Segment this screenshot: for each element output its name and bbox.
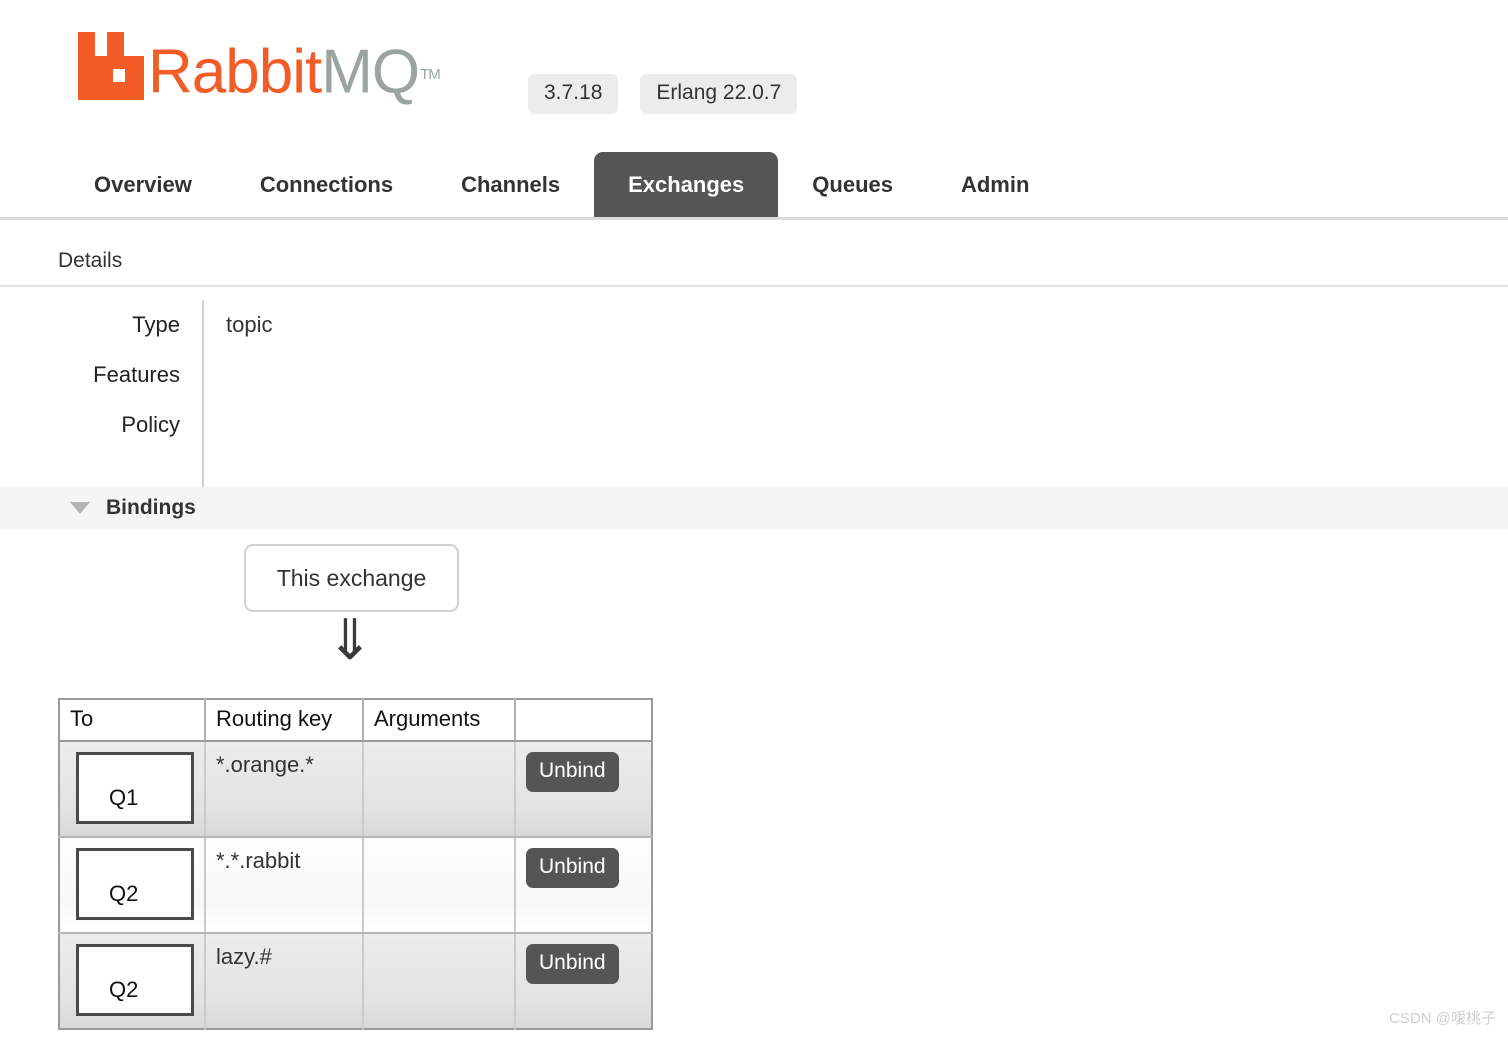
detail-divider-tail	[202, 450, 204, 488]
logo-mq-text: MQ	[321, 38, 420, 107]
unbind-button[interactable]: Unbind	[526, 752, 619, 792]
unbind-button[interactable]: Unbind	[526, 848, 619, 888]
cell-arguments	[363, 837, 516, 934]
details-section-heading: Details	[0, 249, 1508, 287]
tab-overview-label: Overview	[94, 171, 192, 197]
tab-admin-label: Admin	[960, 171, 1030, 197]
tab-channels-label: Channels	[461, 171, 561, 197]
cell-to: Q2	[59, 837, 206, 934]
table-row: Q1 *.orange.* Unbind	[59, 741, 652, 838]
column-header-routing-key: Routing key	[205, 699, 364, 742]
bindings-section-title: Bindings	[106, 496, 196, 519]
cell-action: Unbind	[515, 933, 652, 1029]
this-exchange-label: This exchange	[276, 564, 427, 591]
table-row: Q2 *.*.rabbit Unbind	[59, 837, 652, 934]
logo-wordmark: RabbitMQTM	[148, 36, 441, 107]
bindings-table: To Routing key Arguments Q1 *.orange.* U…	[58, 698, 653, 1030]
rabbitmq-logo[interactable]: RabbitMQTM	[78, 32, 441, 104]
queue-box[interactable]: Q1	[76, 752, 194, 824]
rabbit-head-icon	[78, 32, 144, 100]
tab-overview[interactable]: Overview	[60, 152, 226, 217]
watermark-text: CSDN @噯桃子	[1389, 1010, 1496, 1027]
nav-tab-list: Overview Connections Channels Exchanges …	[60, 152, 1063, 217]
logo-rabbit-text: Rabbit	[148, 38, 322, 107]
main-navigation: Overview Connections Channels Exchanges …	[0, 152, 1508, 220]
tab-channels[interactable]: Channels	[427, 152, 594, 217]
details-table: Type topic Features Policy	[58, 300, 758, 488]
detail-value-policy	[204, 400, 226, 450]
detail-row-features: Features	[58, 350, 758, 400]
cell-arguments	[363, 933, 516, 1029]
double-down-arrow-icon: ⇓	[326, 608, 374, 671]
tab-connections[interactable]: Connections	[226, 152, 427, 217]
routing-key-value: *.orange.*	[216, 752, 314, 777]
page-header: RabbitMQTM 3.7.18 Erlang 22.0.7	[0, 0, 1508, 150]
cell-to: Q2	[59, 933, 206, 1029]
queue-name-label: Q2	[109, 977, 139, 1002]
cell-routing-key: *.orange.*	[205, 741, 364, 838]
cell-action: Unbind	[515, 741, 652, 838]
unbind-button[interactable]: Unbind	[526, 944, 619, 984]
routing-key-value: *.*.rabbit	[216, 848, 301, 873]
version-badges: 3.7.18 Erlang 22.0.7	[528, 74, 798, 114]
column-header-arguments: Arguments	[363, 699, 516, 742]
detail-value-features	[204, 350, 226, 400]
detail-value-type: topic	[226, 312, 273, 337]
queue-name-label: Q1	[109, 785, 139, 810]
tab-exchanges[interactable]: Exchanges	[594, 152, 779, 217]
bindings-section-header[interactable]: Bindings	[0, 487, 1508, 529]
detail-label-features: Features	[93, 362, 180, 387]
rabbitmq-management-page: RabbitMQTM 3.7.18 Erlang 22.0.7 Overview…	[0, 0, 1508, 1040]
tab-connections-label: Connections	[259, 171, 394, 197]
queue-box[interactable]: Q2	[76, 944, 194, 1016]
detail-label-type: Type	[132, 312, 180, 337]
queue-name-label: Q2	[109, 881, 139, 906]
detail-label-policy: Policy	[121, 412, 180, 437]
cell-routing-key: *.*.rabbit	[205, 837, 364, 934]
bindings-table-head: To Routing key Arguments	[59, 699, 652, 742]
detail-row-policy: Policy	[58, 400, 758, 450]
arguments-value	[374, 846, 504, 848]
rabbitmq-version-badge: 3.7.18	[528, 74, 619, 114]
cell-arguments	[363, 741, 516, 838]
arguments-value	[374, 942, 504, 944]
table-header-row: To Routing key Arguments	[59, 699, 652, 742]
cell-to: Q1	[59, 741, 206, 838]
cell-routing-key: lazy.#	[205, 933, 364, 1029]
this-exchange-box: This exchange	[244, 544, 459, 612]
tab-queues[interactable]: Queues	[778, 152, 927, 217]
column-header-to: To	[59, 699, 206, 742]
column-header-actions	[515, 699, 652, 742]
triangle-down-icon[interactable]	[70, 502, 90, 514]
table-row: Q2 lazy.# Unbind	[59, 933, 652, 1029]
tab-admin[interactable]: Admin	[927, 152, 1063, 217]
detail-row-type: Type topic	[58, 300, 758, 350]
tab-queues-label: Queues	[812, 171, 893, 197]
queue-box[interactable]: Q2	[76, 848, 194, 920]
routing-key-value: lazy.#	[216, 944, 272, 969]
arguments-value	[374, 750, 504, 752]
tab-exchanges-label: Exchanges	[628, 171, 745, 197]
erlang-version-badge: Erlang 22.0.7	[640, 74, 798, 114]
trademark-icon: TM	[420, 66, 441, 84]
bindings-table-body: Q1 *.orange.* Unbind Q2 *.*.rabbit Unbin…	[59, 741, 652, 1029]
cell-action: Unbind	[515, 837, 652, 934]
